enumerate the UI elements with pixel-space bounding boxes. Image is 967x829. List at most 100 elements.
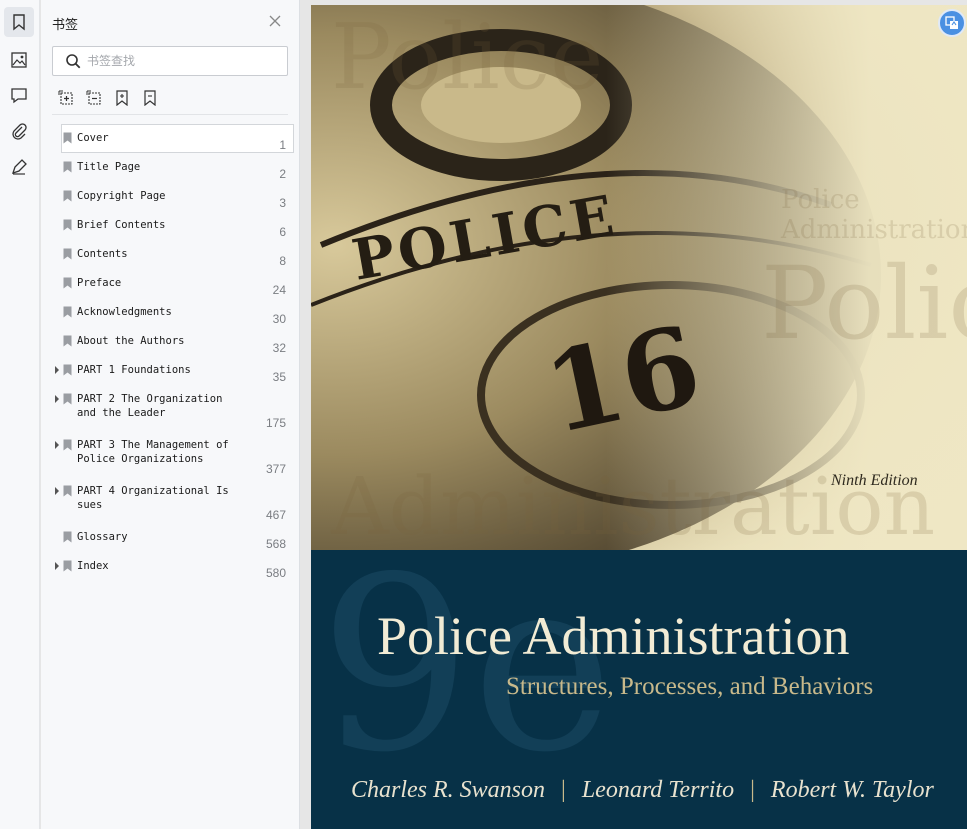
bookmark-label: Cover <box>77 132 109 144</box>
bookmark-label: PART 2 The Organization and the Leader <box>77 393 223 419</box>
expand-arrow-icon[interactable] <box>53 440 61 450</box>
bookmark-label: Preface <box>77 277 122 289</box>
bookmark-label: PART 3 The Management of Police Organiza… <box>77 439 229 465</box>
left-toolbar <box>0 0 40 829</box>
bookmark-page-number: 1 <box>279 138 286 152</box>
bookmark-page-number: 32 <box>272 341 286 355</box>
bookmark-icon <box>63 335 72 347</box>
bookmark-label: Contents <box>77 248 128 260</box>
bookmark-page-number: 35 <box>272 370 286 384</box>
comment-panel-button[interactable] <box>4 80 34 110</box>
panel-title: 书签 <box>52 18 79 33</box>
divider <box>52 114 288 115</box>
bookmark-item[interactable]: PART 1 Foundations 35 <box>41 356 300 385</box>
bookmark-item[interactable]: PART 3 The Management of Police Organiza… <box>41 431 300 477</box>
bookmark-icon <box>63 190 72 202</box>
bookmark-label: PART 4 Organizational Is sues <box>77 485 229 511</box>
bookmark-icon <box>63 248 72 260</box>
bookmark-item[interactable]: Brief Contents 6 <box>41 211 300 240</box>
comment-icon <box>11 88 27 104</box>
bookmark-item[interactable]: Acknowledgments 30 <box>41 298 300 327</box>
delete-bookmark-button[interactable] <box>142 90 158 107</box>
expand-arrow-icon[interactable] <box>53 561 61 571</box>
bookmark-item[interactable]: Preface 24 <box>41 269 300 298</box>
author-name: Leonard Territo <box>581 777 735 803</box>
bookmark-icon <box>63 161 72 173</box>
bookmark-label: Title Page <box>77 161 141 173</box>
author-line: Charles R. Swanson | Leonard Territo | Rober… <box>351 777 934 804</box>
bookmark-item[interactable]: Contents 8 <box>41 240 300 269</box>
bookmark-page-number: 3 <box>279 196 286 210</box>
background-word: Police <box>761 245 967 362</box>
document-viewer[interactable]: Police Police Administration Police Admi… <box>301 0 967 829</box>
bookmark-label: Copyright Page <box>77 190 166 202</box>
bookmark-page-number: 30 <box>272 312 286 326</box>
bookmark-page-number: 175 <box>265 416 286 430</box>
bookmark-icon <box>63 132 72 144</box>
bookmark-label: Glossary <box>77 531 128 543</box>
bookmark-search-input[interactable] <box>87 51 283 71</box>
expand-arrow-icon[interactable] <box>53 365 61 375</box>
expand-all-icon <box>58 90 73 105</box>
edition-label: Ninth Edition <box>831 472 918 489</box>
bookmark-item[interactable]: PART 4 Organizational Is sues 467 <box>41 477 300 523</box>
author-name: Charles R. Swanson <box>351 777 546 803</box>
add-bookmark-button[interactable] <box>114 90 130 107</box>
expand-all-button[interactable] <box>58 90 74 106</box>
bookmark-icon <box>63 219 72 231</box>
bookmark-page-number: 6 <box>279 225 286 239</box>
cover-photo: Police Police Administration Police Admi… <box>311 5 967 553</box>
collapse-all-icon <box>86 90 101 105</box>
bookmark-label: Index <box>77 560 109 572</box>
translate-icon <box>945 16 958 29</box>
bookmark-label: Brief Contents <box>77 219 166 231</box>
book-title: Police Administration <box>377 606 850 666</box>
bookmark-page-number: 580 <box>265 566 286 580</box>
bookmark-search-box <box>52 46 288 76</box>
bookmark-add-icon <box>116 90 128 107</box>
bookmark-page-number: 467 <box>265 508 286 522</box>
collapse-all-button[interactable] <box>86 90 102 106</box>
bookmark-page-number: 2 <box>279 167 286 181</box>
pen-sign-icon <box>11 159 27 175</box>
background-word: Police <box>331 5 604 110</box>
image-icon <box>11 52 27 68</box>
bookmark-label: Acknowledgments <box>77 306 172 318</box>
bookmark-icon <box>13 14 25 31</box>
bookmark-item[interactable]: About the Authors 32 <box>41 327 300 356</box>
bookmark-icon <box>63 560 72 572</box>
bookmark-icon <box>63 306 72 318</box>
bookmark-item[interactable]: Cover 1 <box>41 124 300 153</box>
author-name: Robert W. Taylor <box>770 777 934 803</box>
background-word: Police <box>781 185 860 215</box>
bookmark-icon <box>63 531 72 543</box>
thumbnail-panel-button[interactable] <box>4 45 34 75</box>
search-icon <box>66 54 81 69</box>
author-separator: | <box>750 777 755 803</box>
author-separator: | <box>561 777 566 803</box>
bookmark-item[interactable]: Copyright Page 3 <box>41 182 300 211</box>
translate-float-button[interactable] <box>938 9 966 37</box>
bookmark-panel: 书签 Cover1Title Page2Copyright Page3Brief… <box>41 0 300 829</box>
bookmark-page-number: 24 <box>272 283 286 297</box>
book-subtitle: Structures, Processes, and Behaviors <box>506 673 874 700</box>
bookmark-label: PART 1 Foundations <box>77 364 191 376</box>
close-icon[interactable] <box>267 13 283 29</box>
bookmark-icon <box>63 393 72 405</box>
bookmark-remove-icon <box>144 90 156 107</box>
bookmark-item[interactable]: Index 580 <box>41 552 300 581</box>
cover-page: Police Police Administration Police Admi… <box>311 5 967 829</box>
expand-arrow-icon[interactable] <box>53 394 61 404</box>
signature-panel-button[interactable] <box>4 152 34 182</box>
bookmark-item[interactable]: PART 2 The Organization and the Leader 17… <box>41 385 300 431</box>
bookmark-icon <box>63 277 72 289</box>
bookmark-label: About the Authors <box>77 335 185 347</box>
expand-arrow-icon[interactable] <box>53 486 61 496</box>
bookmark-item[interactable]: Glossary 568 <box>41 523 300 552</box>
bookmark-panel-button[interactable] <box>4 7 34 37</box>
bookmark-page-number: 8 <box>279 254 286 268</box>
bookmark-icon <box>63 439 72 451</box>
attachment-panel-button[interactable] <box>4 116 34 146</box>
bookmark-page-number: 568 <box>265 537 286 551</box>
bookmark-item[interactable]: Title Page 2 <box>41 153 300 182</box>
